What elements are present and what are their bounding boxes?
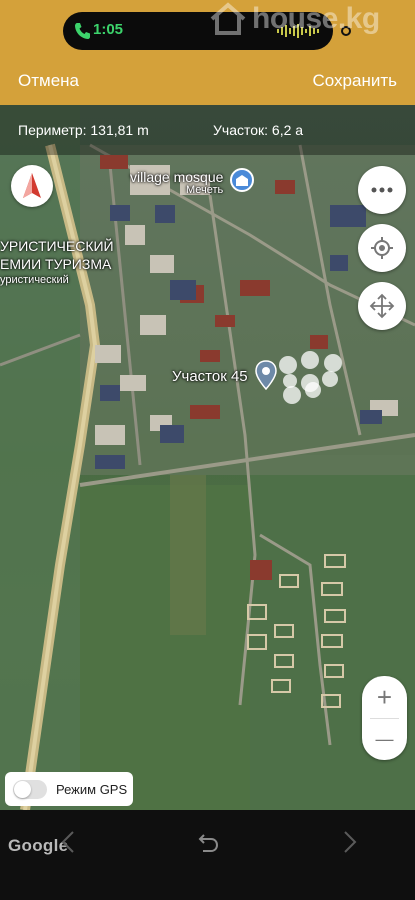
map-label-tourism-1: УРИСТИЧЕСКИЙ — [0, 238, 114, 254]
locate-button[interactable] — [358, 224, 406, 272]
toggle-knob — [14, 781, 31, 798]
zoom-in-button[interactable]: + — [362, 676, 407, 718]
watermark-text: house.kg — [252, 2, 380, 35]
plot-pin-icon[interactable] — [254, 360, 278, 390]
map-label-mosque: Мечеть — [186, 184, 224, 196]
satellite-map[interactable] — [0, 105, 415, 810]
forward-arrow-icon[interactable] — [340, 830, 360, 854]
header-bar: 1:05 house.kg Отмена Сохранить — [0, 0, 415, 105]
gps-toggle[interactable] — [13, 780, 47, 799]
save-button[interactable]: Сохранить — [313, 71, 397, 91]
gps-mode-label: Режим GPS — [56, 782, 128, 797]
status-time: 1:05 — [93, 21, 124, 38]
perimeter-value: Периметр: 131,81 m — [18, 122, 149, 138]
zoom-out-button[interactable]: — — [362, 718, 407, 760]
gps-mode-panel[interactable]: Режим GPS — [5, 772, 133, 806]
move-button[interactable] — [358, 282, 406, 330]
map-imagery — [0, 105, 415, 810]
compass-button[interactable] — [11, 165, 53, 207]
cancel-button[interactable]: Отмена — [18, 71, 79, 91]
map-label-tourism-3: уристический — [0, 274, 69, 286]
undo-icon[interactable] — [196, 830, 220, 854]
map-label-plot: Участок 45 — [172, 368, 248, 385]
map-label-village-mosque: village mosque — [130, 169, 224, 185]
locate-icon — [371, 237, 393, 259]
move-arrows-icon — [369, 293, 395, 319]
zoom-controls: + — — [362, 676, 407, 760]
house-logo-icon — [210, 2, 246, 35]
more-options-button[interactable] — [358, 166, 406, 214]
phone-icon — [75, 23, 90, 39]
area-value: Участок: 6,2 а — [213, 122, 304, 138]
map-label-tourism-2: ЕМИИ ТУРИЗМА — [0, 256, 112, 272]
mosque-poi-icon[interactable] — [230, 168, 254, 192]
compass-icon — [23, 173, 41, 198]
more-horizontal-icon — [371, 187, 393, 193]
back-arrow-icon[interactable] — [58, 830, 78, 854]
